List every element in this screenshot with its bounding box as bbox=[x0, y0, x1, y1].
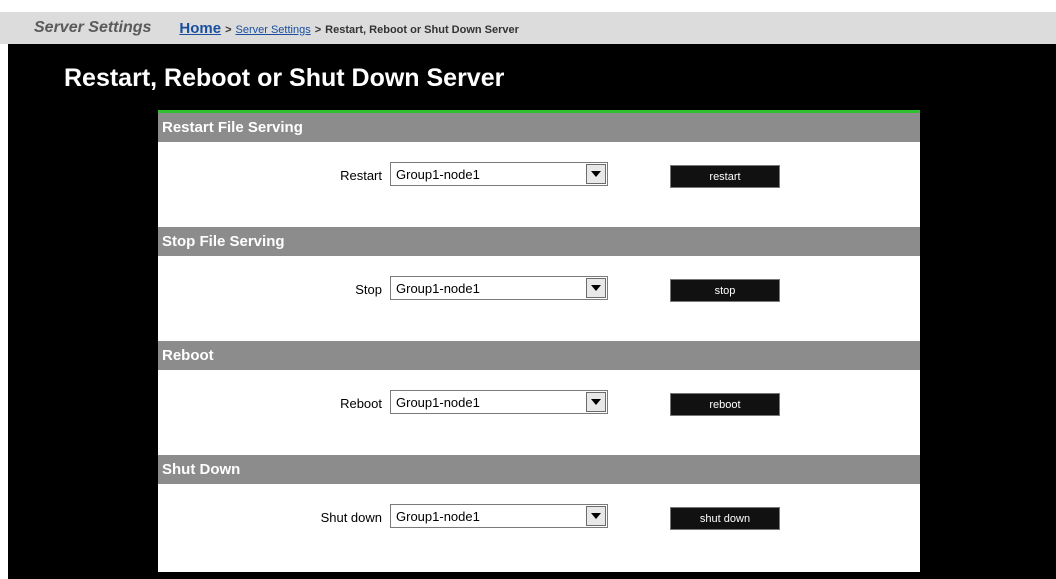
section-title: Server Settings bbox=[34, 19, 152, 36]
select-value: Group1-node1 bbox=[396, 508, 480, 524]
section-shutdown: Shut Down Shut down Group1-node1 shut do… bbox=[158, 455, 920, 569]
main-content: Restart, Reboot or Shut Down Server Rest… bbox=[8, 44, 1056, 579]
form-row: Shut down Group1-node1 shut down bbox=[158, 484, 920, 569]
breadcrumb-separator: > bbox=[314, 23, 322, 36]
dropdown-arrow-icon[interactable] bbox=[586, 506, 606, 526]
select-value: Group1-node1 bbox=[396, 394, 480, 410]
header-bar: Server Settings Home > Server Settings >… bbox=[0, 12, 1056, 44]
page-title: Restart, Reboot or Shut Down Server bbox=[64, 64, 505, 92]
restart-node-select[interactable]: Group1-node1 bbox=[390, 162, 608, 186]
restart-label: Restart bbox=[340, 168, 382, 183]
settings-panel: Restart File Serving Restart Group1-node… bbox=[158, 110, 920, 572]
form-row: Reboot Group1-node1 reboot bbox=[158, 370, 920, 455]
section-header: Stop File Serving bbox=[158, 227, 920, 256]
reboot-button[interactable]: reboot bbox=[670, 393, 780, 416]
restart-button[interactable]: restart bbox=[670, 165, 780, 188]
section-stop: Stop File Serving Stop Group1-node1 stop bbox=[158, 227, 920, 341]
breadcrumb-server-settings-link[interactable]: Server Settings bbox=[236, 24, 311, 36]
shutdown-label: Shut down bbox=[320, 510, 382, 525]
breadcrumb: Home > Server Settings > Restart, Reboot… bbox=[179, 20, 519, 37]
dropdown-arrow-icon[interactable] bbox=[586, 164, 606, 184]
form-row: Stop Group1-node1 stop bbox=[158, 256, 920, 341]
breadcrumb-separator: > bbox=[225, 23, 232, 36]
reboot-node-select[interactable]: Group1-node1 bbox=[390, 390, 608, 414]
select-value: Group1-node1 bbox=[396, 166, 480, 182]
stop-label: Stop bbox=[355, 282, 382, 297]
dropdown-arrow-icon[interactable] bbox=[586, 278, 606, 298]
reboot-label: Reboot bbox=[340, 396, 382, 411]
shutdown-button[interactable]: shut down bbox=[670, 507, 780, 530]
breadcrumb-home-link[interactable]: Home bbox=[179, 20, 221, 37]
shutdown-node-select[interactable]: Group1-node1 bbox=[390, 504, 608, 528]
section-header: Restart File Serving bbox=[158, 113, 920, 142]
breadcrumb-current: Restart, Reboot or Shut Down Server bbox=[325, 23, 519, 36]
section-reboot: Reboot Reboot Group1-node1 reboot bbox=[158, 341, 920, 455]
dropdown-arrow-icon[interactable] bbox=[586, 392, 606, 412]
stop-node-select[interactable]: Group1-node1 bbox=[390, 276, 608, 300]
section-header: Shut Down bbox=[158, 455, 920, 484]
select-value: Group1-node1 bbox=[396, 280, 480, 296]
form-row: Restart Group1-node1 restart bbox=[158, 142, 920, 227]
section-header: Reboot bbox=[158, 341, 920, 370]
section-restart: Restart File Serving Restart Group1-node… bbox=[158, 113, 920, 227]
stop-button[interactable]: stop bbox=[670, 279, 780, 302]
